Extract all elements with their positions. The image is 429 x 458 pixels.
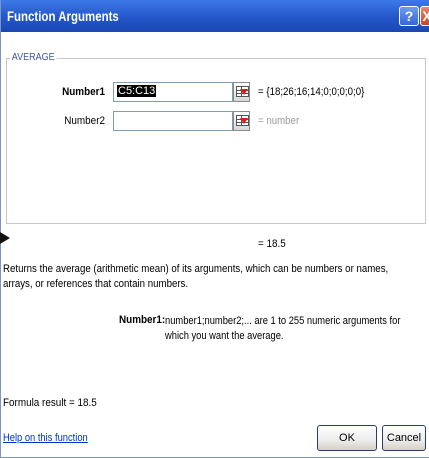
number1-evaluated: = {18;26;16;14;0;0;0;0;0} [258, 86, 365, 98]
help-link[interactable]: Help on this function [3, 432, 88, 444]
number1-label: Number1 [62, 86, 105, 98]
overall-result: = 18.5 [258, 238, 286, 250]
number2-range-select-icon[interactable] [233, 111, 250, 131]
function-description: Returns the average (arithmetic mean) of… [3, 263, 389, 290]
arrow-icon [240, 118, 248, 124]
number1-range-select-icon[interactable] [233, 82, 250, 102]
ok-button[interactable]: OK [317, 425, 377, 451]
formula-result: Formula result = 18.5 [3, 397, 97, 409]
number2-label: Number2 [64, 115, 105, 127]
number1-value: C5:C13 [117, 85, 157, 97]
cancel-button[interactable]: Cancel [382, 425, 426, 451]
param-description-name: Number1: [119, 314, 166, 326]
function-arguments-dialog: Function Arguments ? X AVERAGE Number1 C… [0, 0, 429, 458]
function-name-label: AVERAGE [10, 52, 57, 63]
param-description-text: number1;number2;... are 1 to 255 numeric… [165, 315, 401, 342]
number1-input[interactable]: C5:C13 [113, 82, 233, 102]
window-title: Function Arguments [7, 8, 119, 24]
close-icon[interactable]: X [420, 6, 429, 26]
number2-input[interactable] [113, 111, 233, 131]
title-bar[interactable]: Function Arguments ? X [1, 0, 429, 32]
pointer-arrow-icon [0, 232, 10, 244]
arrow-icon [240, 89, 248, 95]
number2-evaluated: = number [258, 115, 300, 127]
help-icon[interactable]: ? [399, 6, 419, 26]
